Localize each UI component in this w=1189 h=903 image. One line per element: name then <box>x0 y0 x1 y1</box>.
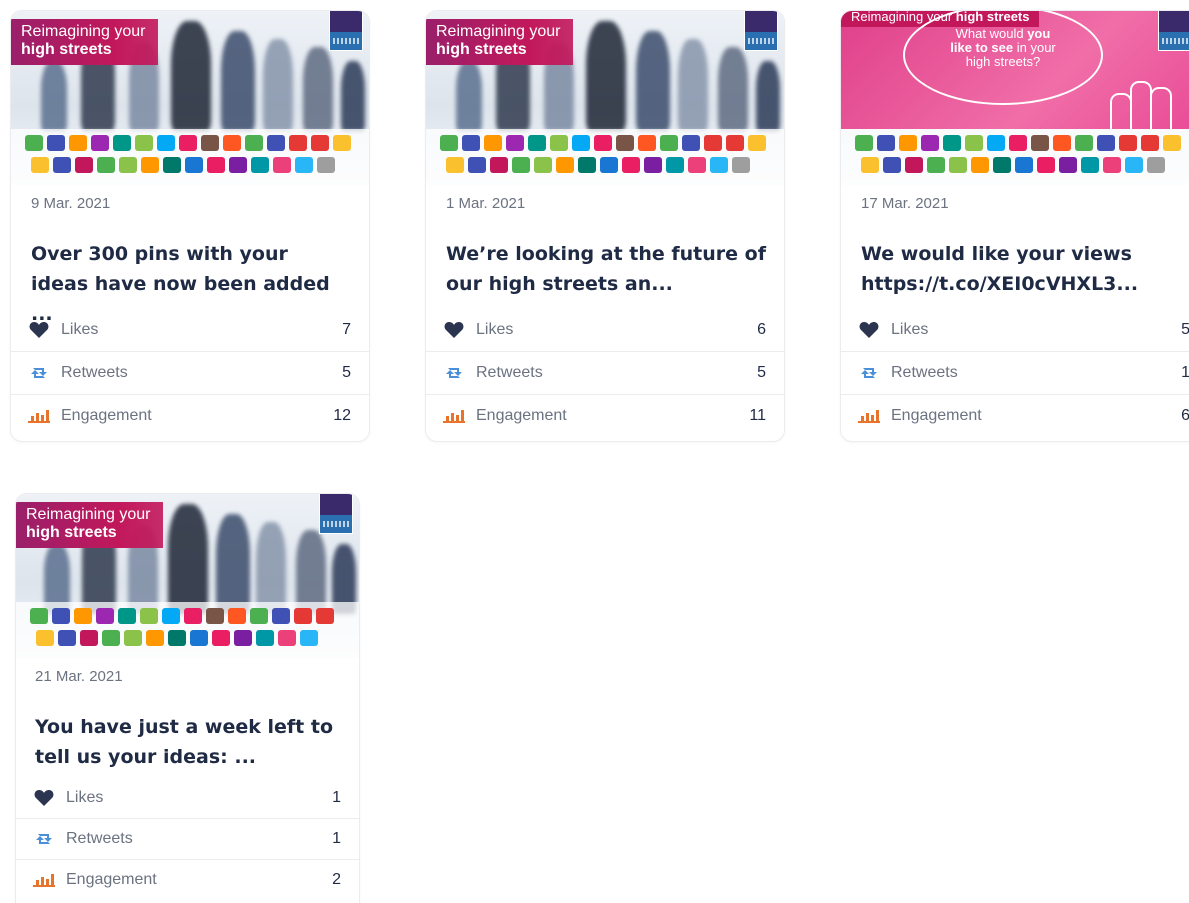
stat-value: 6 <box>757 321 766 338</box>
engagement-chart-icon <box>857 407 881 425</box>
tweet-image[interactable]: Reimagining your high streets <box>16 494 359 658</box>
tweet-card[interactable]: Reimagining your high streets What would… <box>840 10 1189 442</box>
stat-likes: Likes 6 <box>426 309 784 352</box>
stat-value: 5 <box>757 364 766 381</box>
stat-value: 2 <box>332 871 341 888</box>
stat-value: 12 <box>333 407 351 424</box>
stat-retweets: Retweets 1 <box>16 819 359 860</box>
campaign-banner: Reimagining your high streets <box>426 19 573 65</box>
stat-retweets: Retweets 1 <box>841 352 1189 395</box>
stat-label: Engagement <box>66 871 157 888</box>
heart-icon <box>32 789 56 807</box>
stat-label: Engagement <box>891 407 982 424</box>
council-logo <box>319 494 353 534</box>
tweet-stats: Likes 6 Retweets 5 Engagement 11 <box>426 309 784 437</box>
stat-likes: Likes 7 <box>11 309 369 352</box>
stat-label: Retweets <box>891 364 958 381</box>
stat-value: 1 <box>1181 364 1189 382</box>
tweet-image[interactable]: Reimagining your high streets <box>426 11 784 185</box>
retweet-icon <box>32 830 56 848</box>
stat-value: 7 <box>342 321 351 338</box>
council-logo <box>744 11 778 51</box>
heart-icon <box>27 321 51 339</box>
people-illustration <box>1104 73 1184 129</box>
tweet-stats: Likes 1 Retweets 1 Engagement 2 <box>16 778 359 900</box>
tweet-title[interactable]: You have just a week left to tell us you… <box>35 712 350 772</box>
icon-strip <box>426 129 784 185</box>
tweet-card[interactable]: Reimagining your high streets 9 Mar. 202… <box>10 10 370 442</box>
heart-icon <box>442 321 466 339</box>
stat-likes: Likes 1 <box>16 778 359 819</box>
stat-label: Likes <box>61 321 99 338</box>
engagement-chart-icon <box>442 407 466 425</box>
icon-strip <box>841 129 1189 185</box>
stat-label: Retweets <box>66 830 133 847</box>
tweet-card[interactable]: Reimagining your high streets 1 Mar. 202… <box>425 10 785 442</box>
heart-icon <box>857 321 881 339</box>
engagement-chart-icon <box>32 871 56 889</box>
tweet-date: 17 Mar. 2021 <box>861 195 949 212</box>
campaign-banner: Reimagining your high streets <box>16 502 163 548</box>
stat-value: 5 <box>1181 321 1189 339</box>
retweet-icon <box>442 364 466 382</box>
stat-engagement: Engagement 12 <box>11 395 369 437</box>
stat-likes: Likes 5 <box>841 309 1189 352</box>
tweet-stats: Likes 7 Retweets 5 Engagement 12 <box>11 309 369 437</box>
tweet-date: 9 Mar. 2021 <box>31 195 111 212</box>
stat-engagement: Engagement 11 <box>426 395 784 437</box>
stat-label: Likes <box>476 321 514 338</box>
tweet-image[interactable]: Reimagining your high streets <box>11 11 369 185</box>
icon-strip <box>16 602 359 658</box>
stat-retweets: Retweets 5 <box>11 352 369 395</box>
stat-label: Retweets <box>476 364 543 381</box>
stat-engagement: Engagement 6 <box>841 395 1189 437</box>
tweet-card[interactable]: Reimagining your high streets 21 Mar. 20… <box>15 493 360 903</box>
stat-label: Engagement <box>61 407 152 424</box>
stat-value: 11 <box>749 407 766 424</box>
tweet-image[interactable]: Reimagining your high streets What would… <box>841 11 1189 185</box>
tweet-stats: Likes 5 Retweets 1 Engagement 6 <box>841 309 1189 437</box>
tweet-title[interactable]: We’re looking at the future of our high … <box>446 239 766 299</box>
stat-label: Retweets <box>61 364 128 381</box>
retweet-icon <box>27 364 51 382</box>
stat-value: 5 <box>342 364 351 381</box>
stat-label: Likes <box>891 321 929 338</box>
stat-value: 6 <box>1181 407 1189 425</box>
stat-label: Likes <box>66 789 104 806</box>
stat-label: Engagement <box>476 407 567 424</box>
council-logo <box>1158 11 1189 51</box>
tweet-date: 21 Mar. 2021 <box>35 668 123 685</box>
icon-strip <box>11 129 369 185</box>
stat-value: 1 <box>332 830 341 847</box>
campaign-banner: Reimagining your high streets <box>11 19 158 65</box>
tweet-title[interactable]: We would like your views https://t.co/XE… <box>861 239 1181 299</box>
stat-value: 1 <box>332 789 341 806</box>
council-logo <box>329 11 363 51</box>
stat-retweets: Retweets 5 <box>426 352 784 395</box>
engagement-chart-icon <box>27 407 51 425</box>
stat-engagement: Engagement 2 <box>16 860 359 900</box>
retweet-icon <box>857 364 881 382</box>
tweet-date: 1 Mar. 2021 <box>446 195 526 212</box>
